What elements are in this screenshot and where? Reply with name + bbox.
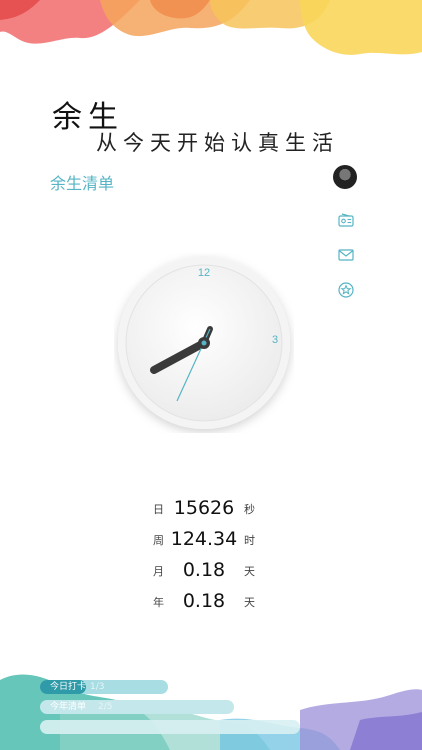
mail-icon[interactable]	[337, 246, 355, 264]
stat-label: 月	[153, 565, 164, 578]
list-progress-bar[interactable]: 今年清单 2/5	[40, 700, 234, 714]
list-count: 2/5	[98, 702, 113, 712]
stat-row-week: 周 124.34 时	[150, 526, 270, 557]
stat-unit: 时	[244, 534, 255, 547]
app-subtitle: 从今天开始认真生活	[96, 131, 339, 155]
avatar[interactable]	[333, 165, 357, 189]
radio-icon[interactable]	[337, 211, 355, 229]
stat-label: 年	[153, 596, 164, 609]
stat-value: 15626	[173, 497, 235, 519]
checkin-count: 1/3	[90, 682, 105, 692]
extra-progress-bar	[40, 720, 300, 734]
list-label: 今年清单	[50, 702, 87, 712]
stat-row-day: 日 15626 秒	[150, 495, 270, 526]
stat-label: 周	[153, 534, 164, 547]
stat-value: 124.34	[170, 528, 238, 550]
stat-unit: 秒	[244, 503, 255, 516]
top-watercolor-banner	[0, 0, 422, 55]
stat-value: 0.18	[182, 590, 226, 612]
stat-label: 日	[153, 503, 164, 516]
stat-row-year: 年 0.18 天	[150, 588, 270, 619]
checkin-progress-bar[interactable]: 今日打卡 1/3	[40, 680, 168, 694]
clock-pin-center	[201, 340, 207, 346]
star-badge-icon[interactable]	[337, 281, 355, 299]
stat-unit: 天	[244, 596, 255, 609]
stat-unit: 天	[244, 565, 255, 578]
clock-label-3: 3	[272, 334, 278, 346]
list-title[interactable]: 余生清单	[50, 170, 114, 194]
checkin-label: 今日打卡	[50, 682, 87, 692]
remaining-time-stats: 日 15626 秒 周 124.34 时 月 0.18 天 年 0.18 天	[150, 495, 270, 619]
clock-label-12: 12	[198, 267, 210, 279]
stat-value: 0.18	[182, 559, 226, 581]
stat-row-month: 月 0.18 天	[150, 557, 270, 588]
analog-clock: 12 3	[118, 257, 290, 429]
